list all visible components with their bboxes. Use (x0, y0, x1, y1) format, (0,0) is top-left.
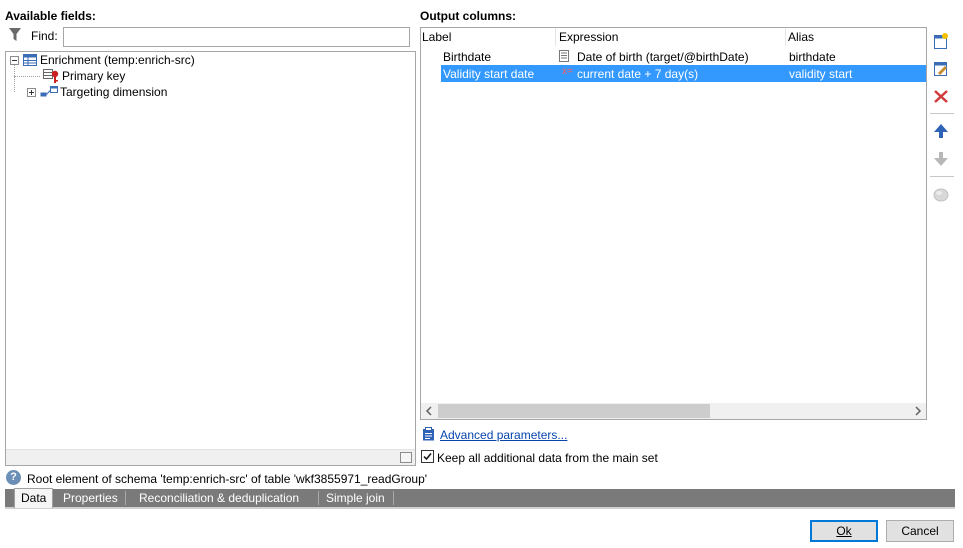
disabled-circle-icon[interactable] (932, 185, 950, 203)
tree-item-label: Targeting dimension (60, 85, 168, 99)
table-row[interactable]: Birthdate Date of birth (target/@birthDa… (441, 48, 926, 65)
collapse-icon[interactable] (10, 55, 19, 65)
find-input[interactable] (63, 27, 410, 47)
cell-expression: current date + 7 day(s) (577, 67, 699, 81)
advanced-parameters-link[interactable]: Advanced parameters... (440, 428, 567, 442)
ok-button-label: Ok (836, 524, 852, 538)
tab-reconciliation[interactable]: Reconciliation & deduplication (133, 489, 305, 507)
tree-footer-bar (6, 449, 415, 465)
column-header-label[interactable]: Label (422, 30, 451, 46)
cell-label: Birthdate (443, 50, 492, 64)
available-fields-tree[interactable] (5, 51, 416, 466)
keep-data-label[interactable]: Keep all additional data from the main s… (437, 451, 658, 465)
cancel-button[interactable]: Cancel (886, 520, 954, 542)
column-header-expression[interactable]: Expression (559, 30, 618, 46)
tab-data[interactable]: Data (14, 488, 54, 508)
cell-label: Validity start date (443, 67, 535, 81)
tab-separator (318, 491, 319, 505)
toolbar-separator (930, 113, 954, 114)
delete-icon[interactable] (932, 87, 950, 105)
tree-item-targeting-dimension[interactable]: Targeting dimension (27, 84, 167, 100)
tree-connector (14, 76, 40, 77)
filter-icon (9, 28, 21, 41)
scrollbar-thumb[interactable] (438, 404, 710, 418)
find-label: Find: (31, 29, 58, 43)
checkmark-icon (423, 453, 432, 461)
tree-item-label: Enrichment (temp:enrich-src) (40, 53, 195, 67)
column-header-alias[interactable]: Alias (788, 30, 814, 46)
formula-icon: x= (562, 66, 573, 77)
tree-item-label: Primary key (62, 69, 126, 83)
tree-connector (14, 64, 15, 92)
table-icon (23, 54, 37, 66)
tree-item-enrichment[interactable]: Enrichment (temp:enrich-src) (10, 52, 195, 68)
add-icon[interactable] (932, 32, 950, 50)
field-icon (559, 50, 569, 62)
tab-bar-border (5, 507, 955, 509)
edit-icon[interactable] (932, 59, 950, 77)
tree-options-button[interactable] (400, 452, 412, 463)
scroll-left-icon[interactable] (425, 406, 433, 416)
output-columns-grid[interactable] (420, 27, 927, 420)
cell-expression: Date of birth (target/@birthDate) (577, 50, 749, 64)
keep-data-checkbox[interactable] (421, 450, 434, 463)
link-icon (40, 86, 58, 97)
tab-properties[interactable]: Properties (57, 489, 124, 507)
primary-key-icon (43, 68, 59, 83)
output-columns-title: Output columns: (420, 9, 516, 23)
tab-simple-join[interactable]: Simple join (320, 489, 391, 507)
ok-button[interactable]: Ok (810, 520, 878, 542)
cell-alias: validity start (789, 67, 853, 81)
table-row[interactable]: Validity start date x= current date + 7 … (441, 65, 926, 82)
help-icon: ? (6, 470, 21, 485)
column-divider[interactable] (785, 28, 786, 46)
clipboard-icon (423, 427, 434, 441)
status-text: Root element of schema 'temp:enrich-src'… (27, 472, 428, 486)
tab-separator (125, 491, 126, 505)
scroll-right-icon[interactable] (914, 406, 922, 416)
expand-icon[interactable] (27, 87, 36, 97)
cell-alias: birthdate (789, 50, 836, 64)
toolbar-separator (930, 176, 954, 177)
column-divider[interactable] (555, 28, 556, 46)
move-up-icon[interactable] (932, 122, 950, 140)
cancel-button-label: Cancel (901, 524, 939, 538)
available-fields-title: Available fields: (5, 9, 96, 23)
tree-item-primary-key[interactable]: Primary key (43, 68, 125, 84)
move-down-icon[interactable] (932, 150, 950, 168)
tab-separator (393, 491, 394, 505)
